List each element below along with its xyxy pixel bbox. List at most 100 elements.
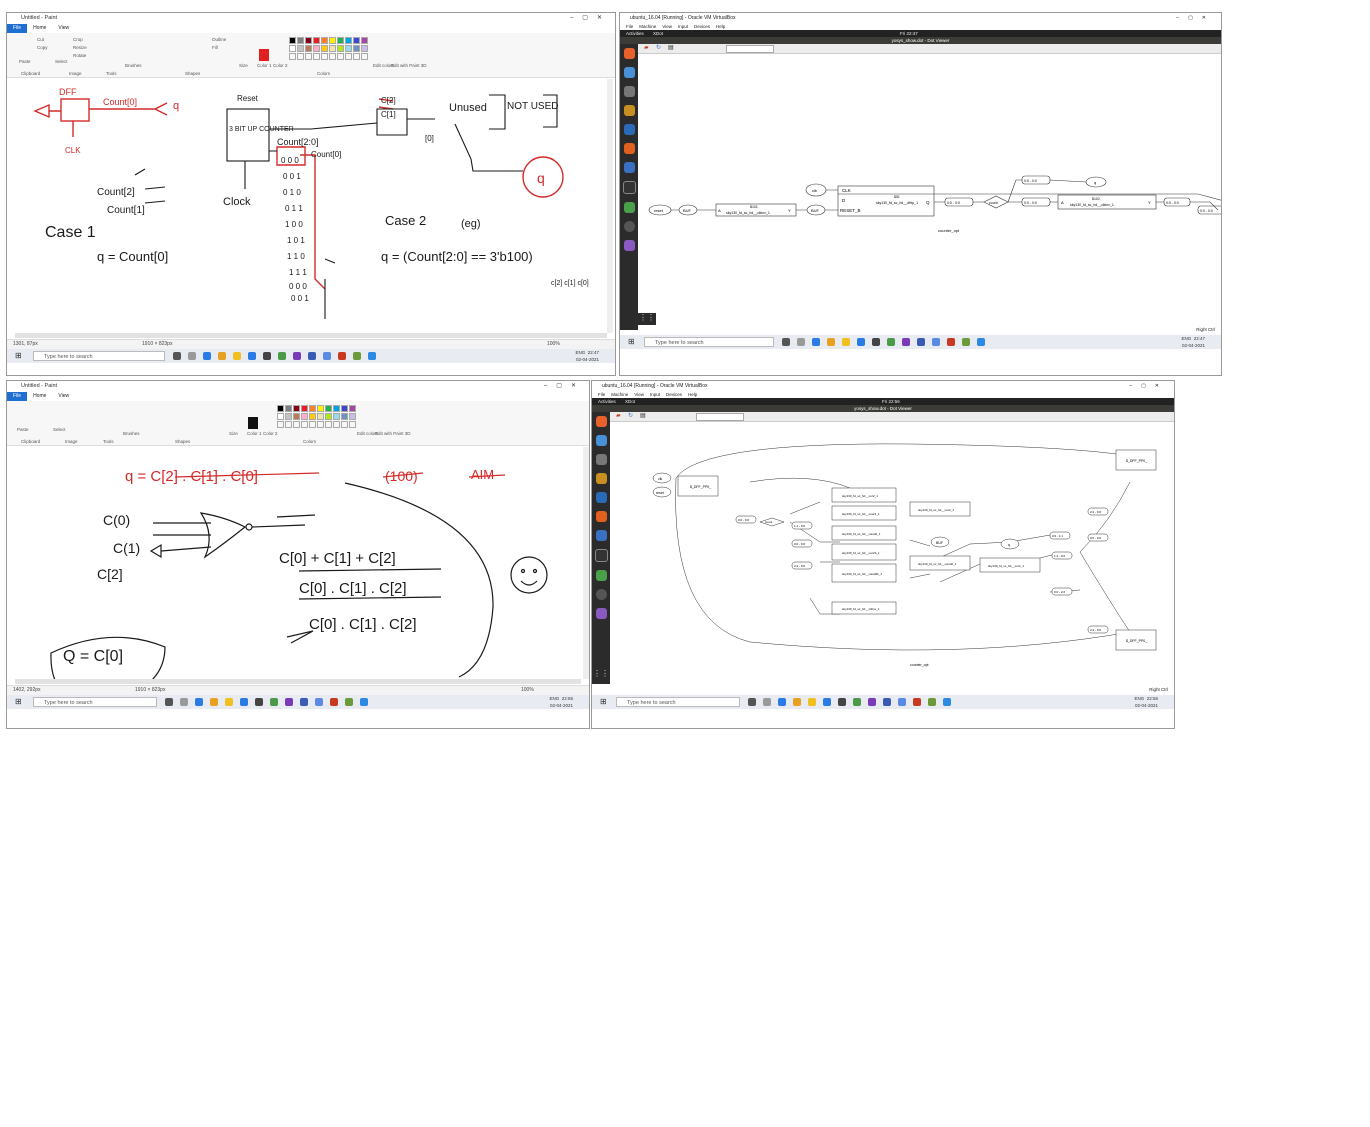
taskbar-apps[interactable] bbox=[748, 698, 951, 706]
window-controls[interactable]: –▢✕ bbox=[1129, 381, 1168, 391]
color1-button[interactable]: Color 1 bbox=[257, 63, 272, 68]
menu-file[interactable]: File bbox=[626, 24, 633, 29]
xdot-menu[interactable]: XDot bbox=[653, 31, 663, 36]
taskbar-apps[interactable] bbox=[165, 698, 368, 706]
console-icon[interactable] bbox=[594, 549, 608, 562]
tab-view[interactable]: View bbox=[52, 392, 75, 401]
chrome-icon[interactable] bbox=[595, 473, 607, 484]
menu-machine[interactable]: Machine bbox=[639, 24, 656, 29]
color1-swatch[interactable] bbox=[248, 417, 258, 429]
taskbar-apps[interactable] bbox=[173, 352, 376, 360]
menu-input[interactable]: Input bbox=[650, 392, 660, 397]
firefox-icon[interactable] bbox=[623, 48, 635, 59]
menu-help[interactable]: Help bbox=[716, 24, 725, 29]
terminal-icon[interactable] bbox=[623, 86, 635, 97]
software-icon[interactable] bbox=[623, 143, 635, 154]
edit-paint3d-button[interactable]: Edit with Paint 3D bbox=[375, 431, 411, 436]
drawing-canvas[interactable]: q = C[2] . C[1] . C[0] (100) AIM C(0) C(… bbox=[15, 447, 583, 679]
color2-button[interactable]: Color 2 bbox=[263, 431, 278, 436]
taskbar-search[interactable]: Type here to search bbox=[644, 337, 774, 347]
app-grid-icon[interactable]: ⋮⋮ bbox=[592, 669, 610, 681]
tab-file[interactable]: File bbox=[7, 24, 28, 33]
brushes-button[interactable]: Brushes bbox=[123, 431, 140, 436]
cut-button[interactable]: Cut bbox=[37, 37, 44, 42]
windows-start-icon[interactable]: ⊞ bbox=[15, 695, 22, 709]
windows-start-icon[interactable]: ⊞ bbox=[600, 695, 607, 709]
open-icon[interactable]: ▰ bbox=[644, 44, 649, 51]
chrome-icon[interactable] bbox=[623, 105, 635, 116]
horizontal-scrollbar[interactable] bbox=[15, 679, 581, 684]
paste-button[interactable]: Paste bbox=[19, 59, 31, 64]
drawing-canvas[interactable]: DFF Count[0] q CLK Reset 3 BIT UP COUNTE… bbox=[15, 79, 611, 333]
print-icon[interactable]: ▤ bbox=[640, 412, 646, 419]
size-button[interactable]: Size bbox=[229, 431, 238, 436]
activities-button[interactable]: Activities bbox=[598, 399, 616, 404]
firefox-icon[interactable] bbox=[595, 416, 607, 427]
app-grid-icon[interactable]: ⋮⋮ bbox=[638, 313, 656, 325]
menu-input[interactable]: Input bbox=[678, 24, 688, 29]
files-icon[interactable] bbox=[623, 67, 635, 78]
taskbar-search[interactable]: Type here to search bbox=[33, 697, 157, 707]
tab-view[interactable]: View bbox=[52, 24, 75, 33]
color1-button[interactable]: Color 1 bbox=[247, 431, 262, 436]
open-icon[interactable]: ▰ bbox=[616, 412, 621, 419]
menu-file[interactable]: File bbox=[598, 392, 605, 397]
color1-swatch[interactable] bbox=[259, 49, 269, 61]
rotate-button[interactable]: Rotate bbox=[73, 53, 86, 58]
vertical-scrollbar[interactable] bbox=[583, 447, 589, 679]
taskbar-apps[interactable] bbox=[782, 338, 985, 346]
size-button[interactable]: Size bbox=[239, 63, 248, 68]
copy-button[interactable]: Copy bbox=[37, 45, 48, 50]
menu-help[interactable]: Help bbox=[688, 392, 697, 397]
help-icon[interactable] bbox=[623, 162, 635, 173]
writer-icon[interactable] bbox=[595, 492, 607, 503]
edit-paint3d-button[interactable]: Edit with Paint 3D bbox=[391, 63, 427, 68]
menu-devices[interactable]: Devices bbox=[694, 24, 710, 29]
windows-start-icon[interactable]: ⊞ bbox=[15, 349, 22, 363]
console-icon[interactable] bbox=[622, 181, 636, 194]
outline-button[interactable]: Outline bbox=[212, 37, 226, 42]
software-icon[interactable] bbox=[595, 511, 607, 522]
paste-button[interactable]: Paste bbox=[17, 427, 29, 432]
xdot-menu[interactable]: XDot bbox=[625, 399, 635, 404]
fill-button[interactable]: Fill bbox=[212, 45, 218, 50]
vim-icon[interactable] bbox=[595, 570, 607, 581]
help-icon[interactable] bbox=[595, 530, 607, 541]
windows-start-icon[interactable]: ⊞ bbox=[628, 335, 635, 349]
print-icon[interactable]: ▤ bbox=[668, 44, 674, 51]
tab-home[interactable]: Home bbox=[27, 392, 52, 401]
menu-devices[interactable]: Devices bbox=[666, 392, 682, 397]
amazon-icon[interactable] bbox=[623, 221, 635, 232]
menu-view[interactable]: View bbox=[634, 392, 644, 397]
reload-icon[interactable]: ↻ bbox=[628, 412, 633, 419]
settings-icon[interactable] bbox=[623, 240, 635, 251]
amazon-icon[interactable] bbox=[595, 589, 607, 600]
window-controls[interactable]: –▢✕ bbox=[570, 13, 611, 24]
window-controls[interactable]: –▢✕ bbox=[1176, 13, 1215, 23]
menu-machine[interactable]: Machine bbox=[611, 392, 628, 397]
crop-button[interactable]: Crop bbox=[73, 37, 83, 42]
window-controls[interactable]: –▢✕ bbox=[544, 381, 585, 392]
files-icon[interactable] bbox=[595, 435, 607, 446]
select-button[interactable]: Select bbox=[55, 59, 68, 64]
activities-button[interactable]: Activities bbox=[626, 31, 644, 36]
tab-file[interactable]: File bbox=[7, 392, 28, 401]
brushes-button[interactable]: Brushes bbox=[125, 63, 142, 68]
color-palette[interactable] bbox=[277, 405, 356, 428]
settings-icon[interactable] bbox=[595, 608, 607, 619]
find-input[interactable] bbox=[696, 413, 744, 421]
color-palette[interactable] bbox=[289, 37, 368, 60]
horizontal-scrollbar[interactable] bbox=[15, 333, 607, 338]
menu-view[interactable]: View bbox=[662, 24, 672, 29]
tab-home[interactable]: Home bbox=[27, 24, 52, 33]
color2-button[interactable]: Color 2 bbox=[273, 63, 288, 68]
vim-icon[interactable] bbox=[623, 202, 635, 213]
find-input[interactable] bbox=[726, 45, 774, 53]
select-button[interactable]: Select bbox=[53, 427, 66, 432]
vertical-scrollbar[interactable] bbox=[607, 79, 613, 333]
reload-icon[interactable]: ↻ bbox=[656, 44, 661, 51]
terminal-icon[interactable] bbox=[595, 454, 607, 465]
writer-icon[interactable] bbox=[623, 124, 635, 135]
taskbar-search[interactable]: Type here to search bbox=[33, 351, 165, 361]
taskbar-search[interactable]: Type here to search bbox=[616, 697, 740, 707]
